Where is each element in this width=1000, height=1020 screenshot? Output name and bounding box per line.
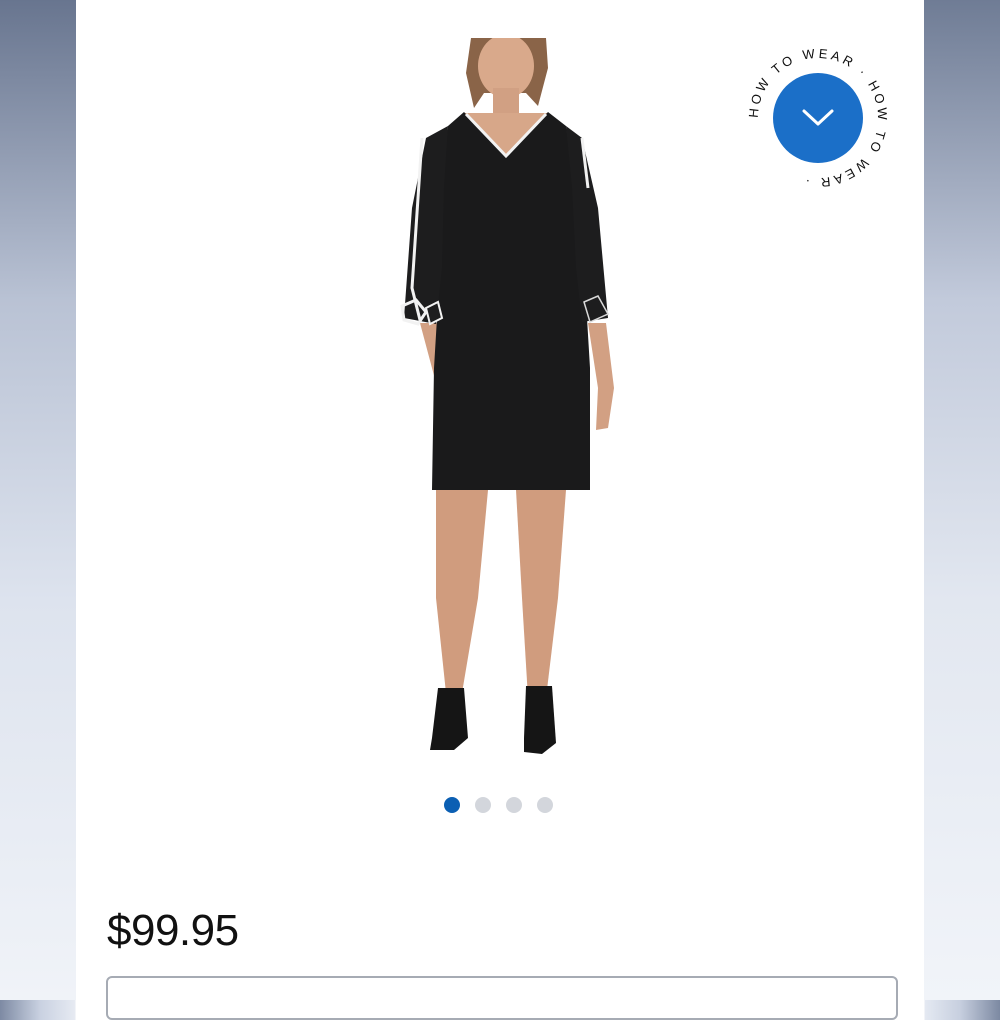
image-carousel-dots (444, 797, 553, 813)
how-to-wear-widget[interactable]: HOW TO WEAR · HOW TO WEAR · (746, 46, 889, 191)
right-background-edge (924, 0, 1000, 1000)
product-price: $99.95 (107, 906, 239, 955)
chevron-down-icon (802, 109, 834, 126)
product-page: HOW TO WEAR · HOW TO WEAR · $99.95 (76, 0, 924, 1020)
carousel-dot-2[interactable] (475, 797, 491, 813)
carousel-dot-4[interactable] (537, 797, 553, 813)
left-background-edge (0, 0, 76, 1000)
product-image[interactable] (376, 38, 706, 768)
bottom-selector-box[interactable] (106, 976, 898, 1020)
carousel-dot-1[interactable] (444, 797, 460, 813)
carousel-dot-3[interactable] (506, 797, 522, 813)
how-to-wear-button[interactable] (773, 73, 863, 163)
